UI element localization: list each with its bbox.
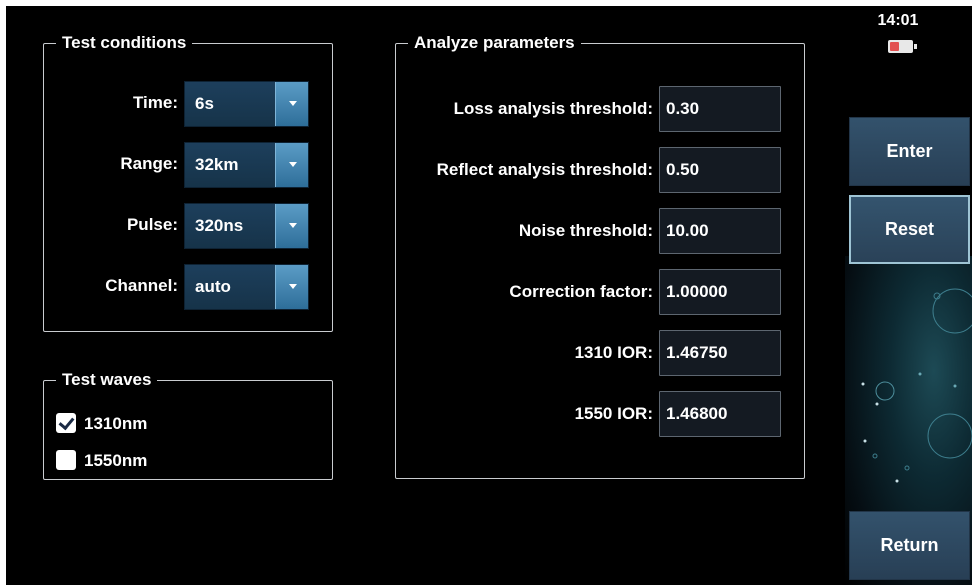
channel-label: Channel: — [105, 276, 178, 295]
pulse-row: Pulse: 320ns — [44, 203, 334, 249]
pulse-select[interactable]: 320ns — [184, 203, 309, 249]
test-conditions-title: Test conditions — [56, 33, 193, 53]
ior-1310-label: 1310 IOR: — [574, 343, 653, 362]
battery-low-icon — [888, 40, 917, 53]
clock-display: 14:01 — [877, 12, 919, 29]
loss-threshold-row: Loss analysis threshold: 0.30 — [396, 86, 806, 132]
pulse-label: Pulse: — [126, 215, 178, 234]
test-waves-title: Test waves — [56, 370, 158, 390]
checkbox-unchecked-icon[interactable] — [56, 450, 76, 470]
chevron-down-icon[interactable] — [275, 265, 308, 309]
time-select[interactable]: 6s — [184, 81, 309, 127]
ior-1550-label: 1550 IOR: — [574, 404, 653, 423]
ior-1550-row: 1550 IOR: 1.46800 — [396, 391, 806, 437]
test-conditions-group: Test conditions Time: 6s Range: 32km Pul… — [43, 33, 334, 332]
channel-select[interactable]: auto — [184, 264, 309, 310]
return-button[interactable]: Return — [849, 511, 970, 580]
channel-value: auto — [195, 277, 231, 296]
analyze-parameters-group: Analyze parameters Loss analysis thresho… — [395, 33, 806, 479]
reflect-threshold-row: Reflect analysis threshold: 0.50 — [396, 147, 806, 193]
loss-threshold-label: Loss analysis threshold: — [453, 99, 653, 118]
wave-1310-label: 1310nm — [84, 414, 148, 433]
correction-factor-input[interactable]: 1.00000 — [659, 269, 781, 315]
test-waves-group: Test waves 1310nm 1550nm — [43, 370, 333, 480]
time-value: 6s — [195, 94, 214, 113]
screen: Test conditions Time: 6s Range: 32km Pul… — [6, 6, 972, 585]
correction-factor-row: Correction factor: 1.00000 — [396, 269, 806, 315]
chevron-down-icon[interactable] — [275, 204, 308, 248]
range-value: 32km — [195, 155, 239, 174]
chevron-down-icon[interactable] — [275, 143, 308, 187]
reflect-threshold-input[interactable]: 0.50 — [659, 147, 781, 193]
wave-1550-label: 1550nm — [84, 451, 148, 470]
analyze-parameters-title: Analyze parameters — [408, 33, 581, 53]
ior-1310-input[interactable]: 1.46750 — [659, 330, 781, 376]
correction-factor-label: Correction factor: — [509, 282, 653, 301]
checkbox-checked-icon[interactable] — [56, 413, 76, 433]
channel-row: Channel: auto — [44, 264, 334, 310]
range-select[interactable]: 32km — [184, 142, 309, 188]
enter-button[interactable]: Enter — [849, 117, 970, 186]
reset-button[interactable]: Reset — [849, 195, 970, 264]
pulse-value: 320ns — [195, 216, 244, 235]
time-row: Time: 6s — [44, 81, 334, 127]
reflect-threshold-label: Reflect analysis threshold: — [436, 160, 653, 179]
ior-1550-input[interactable]: 1.46800 — [659, 391, 781, 437]
chevron-down-icon[interactable] — [275, 82, 308, 126]
right-panel — [845, 6, 972, 585]
loss-threshold-input[interactable]: 0.30 — [659, 86, 781, 132]
ior-1310-row: 1310 IOR: 1.46750 — [396, 330, 806, 376]
noise-threshold-label: Noise threshold: — [518, 221, 653, 240]
noise-threshold-row: Noise threshold: 10.00 — [396, 208, 806, 254]
noise-threshold-input[interactable]: 10.00 — [659, 208, 781, 254]
range-row: Range: 32km — [44, 142, 334, 188]
range-label: Range: — [120, 154, 178, 173]
time-label: Time: — [132, 93, 178, 112]
